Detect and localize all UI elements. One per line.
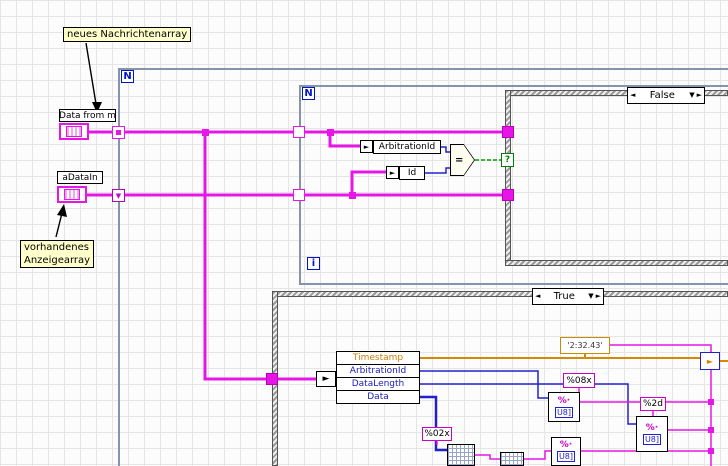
arbitrationid-element-label[interactable]: ArbitrationId <box>373 140 441 154</box>
auto-index-tunnel-outer[interactable] <box>112 126 125 139</box>
unbundle-row-datalength[interactable]: DataLength <box>336 377 420 391</box>
adatain-terminal-icon[interactable] <box>57 186 87 203</box>
u8-conversion-icon: U8] <box>642 433 662 445</box>
u8-conversion-icon: U8] <box>556 451 576 462</box>
unbundle-row-data[interactable]: Data <box>336 390 420 404</box>
case-next-icon[interactable]: ► <box>697 92 702 99</box>
u8-conversion-icon: U8] <box>554 406 574 418</box>
unbundle-row-arbitrationid[interactable]: ArbitrationId <box>336 364 420 378</box>
format-into-string-node-2[interactable]: %· U8] <box>636 416 668 452</box>
percent-icon: %· <box>645 422 659 433</box>
id-unbundle-arrow-icon[interactable]: ► <box>386 166 399 179</box>
array-append-icon[interactable]: ► <box>700 352 720 370</box>
cluster-array-wires <box>87 130 503 381</box>
outer-loop-count-terminal[interactable]: N <box>121 70 134 83</box>
small-function-node-icon[interactable] <box>500 452 524 466</box>
annotation-arrows <box>55 42 102 238</box>
cluster-array-glyph <box>64 189 80 200</box>
format-string-hex8[interactable]: %08x <box>563 373 595 388</box>
case-true-label: True <box>553 290 575 302</box>
shift-register-left-icon[interactable]: ▼ <box>112 189 125 202</box>
numeric-wires <box>420 146 637 425</box>
case-selector-false[interactable]: ◄ False ▼ ► <box>627 87 705 104</box>
byte-array-wire <box>420 395 448 452</box>
case-prev-icon[interactable]: ◄ <box>535 293 540 300</box>
inner-loop-count-terminal[interactable]: N <box>302 87 315 100</box>
case-dropdown-icon[interactable]: ▼ <box>588 293 593 300</box>
free-label-line1: vorhandenes <box>24 242 89 253</box>
percent-icon: %· <box>559 440 573 450</box>
case-selector-terminal[interactable]: ? <box>501 153 514 167</box>
inner-loop-tunnel-bottom[interactable] <box>293 189 305 201</box>
equal-glyph: = <box>455 154 464 166</box>
data-from-terminal-label[interactable]: Data from m <box>59 109 116 122</box>
time-string-constant[interactable]: '2:32.43' <box>560 337 610 354</box>
case-prev-icon[interactable]: ◄ <box>630 92 635 99</box>
data-from-terminal-icon[interactable] <box>59 123 89 140</box>
case-next-icon[interactable]: ► <box>596 293 601 300</box>
tunnel-dot <box>116 130 121 135</box>
format-string-dec2[interactable]: %2d <box>640 397 666 411</box>
case-dropdown-icon[interactable]: ▼ <box>689 92 694 99</box>
case-true-tunnel[interactable] <box>266 373 278 385</box>
percent-icon: %· <box>557 395 571 406</box>
case-selector-true[interactable]: ◄ True ▼ ► <box>532 288 604 305</box>
cluster-array-glyph <box>66 126 82 137</box>
case-false-label: False <box>649 89 675 101</box>
free-label-new-messages[interactable]: neues Nachrichtenarray <box>63 27 192 42</box>
id-element-label[interactable]: Id <box>399 166 425 180</box>
format-into-string-node-1[interactable]: %· U8] <box>548 392 580 422</box>
inner-loop-iteration-terminal[interactable]: i <box>307 257 320 270</box>
byte-array-node-icon[interactable] <box>447 444 475 466</box>
case-tunnel-top[interactable] <box>502 126 514 138</box>
adatain-terminal-label[interactable]: aDataIn <box>57 171 103 184</box>
arbitrationid-unbundle-arrow-icon[interactable]: ► <box>360 140 373 153</box>
block-diagram-canvas: neues Nachrichtenarray vorhandenes Anzei… <box>0 0 728 466</box>
unbundle-input-arrow-icon[interactable]: ► <box>316 371 336 387</box>
format-string-hex2[interactable]: %02x <box>422 427 452 441</box>
unbundle-row-timestamp[interactable]: Timestamp <box>336 351 420 365</box>
free-label-line2: Anzeigearray <box>24 255 91 266</box>
inner-loop-tunnel-top[interactable] <box>293 126 305 138</box>
wire-junction-dots <box>202 129 356 199</box>
case-tunnel-bottom[interactable] <box>502 189 514 201</box>
format-into-string-node-3[interactable]: %· U8] <box>551 437 581 466</box>
free-label-existing-array[interactable]: vorhandenes Anzeigearray <box>20 240 95 268</box>
timestamp-wires <box>420 354 728 362</box>
